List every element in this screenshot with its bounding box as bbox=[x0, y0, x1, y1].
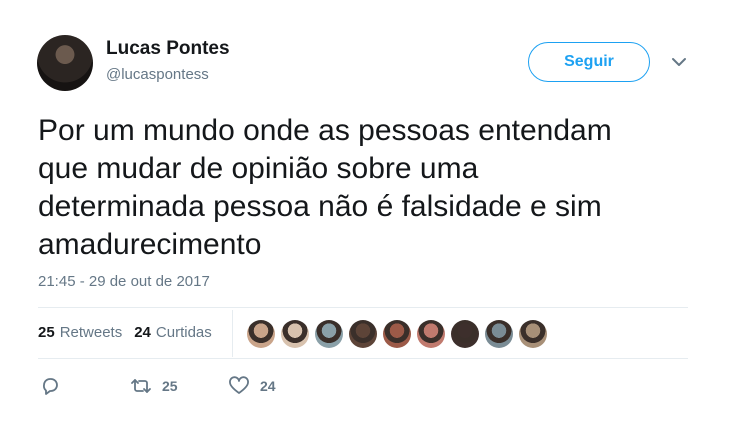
divider bbox=[38, 358, 688, 359]
retweets-count: 25 bbox=[38, 324, 55, 341]
tweet-actions: 25 24 bbox=[40, 376, 276, 396]
liker-avatar[interactable] bbox=[485, 320, 513, 348]
tweet-line: determinada pessoa não é falsidade e sim bbox=[38, 190, 602, 223]
likes-stat[interactable]: 24 Curtidas bbox=[134, 324, 212, 341]
reply-icon bbox=[40, 376, 60, 396]
retweet-count: 25 bbox=[162, 378, 178, 394]
tweet-line: Por um mundo onde as pessoas entendam bbox=[38, 114, 612, 147]
tweet-text: Por um mundo onde as pessoas entendam qu… bbox=[38, 112, 698, 264]
liker-avatar[interactable] bbox=[451, 320, 479, 348]
liker-avatar[interactable] bbox=[281, 320, 309, 348]
like-count: 24 bbox=[260, 378, 276, 394]
follow-button[interactable]: Seguir bbox=[528, 42, 650, 82]
like-button[interactable]: 24 bbox=[228, 376, 276, 396]
liker-avatar[interactable] bbox=[417, 320, 445, 348]
chevron-down-icon[interactable] bbox=[668, 54, 690, 70]
tweet-timestamp[interactable]: 21:45 - 29 de out de 2017 bbox=[38, 273, 210, 290]
heart-icon bbox=[228, 376, 250, 396]
liker-avatar[interactable] bbox=[247, 320, 275, 348]
engagement-stats: 25 Retweets 24 Curtidas bbox=[38, 324, 224, 341]
author-handle[interactable]: @lucaspontess bbox=[106, 66, 209, 83]
author-avatar[interactable] bbox=[37, 35, 93, 91]
retweet-button[interactable]: 25 bbox=[130, 376, 228, 396]
tweet-line: que mudar de opinião sobre uma bbox=[38, 152, 479, 185]
reply-button[interactable] bbox=[40, 376, 130, 396]
liker-avatar[interactable] bbox=[519, 320, 547, 348]
retweets-label: Retweets bbox=[59, 324, 123, 341]
divider bbox=[38, 307, 688, 308]
likes-label: Curtidas bbox=[155, 324, 212, 341]
tweet-line: amadurecimento bbox=[38, 228, 262, 261]
liker-avatars bbox=[247, 320, 553, 348]
retweet-icon bbox=[130, 376, 152, 396]
liker-avatar[interactable] bbox=[315, 320, 343, 348]
stats-separator bbox=[232, 310, 233, 357]
liker-avatar[interactable] bbox=[383, 320, 411, 348]
likes-count: 24 bbox=[134, 324, 151, 341]
liker-avatar[interactable] bbox=[349, 320, 377, 348]
retweets-stat[interactable]: 25 Retweets bbox=[38, 324, 122, 341]
author-name[interactable]: Lucas Pontes bbox=[106, 38, 230, 60]
